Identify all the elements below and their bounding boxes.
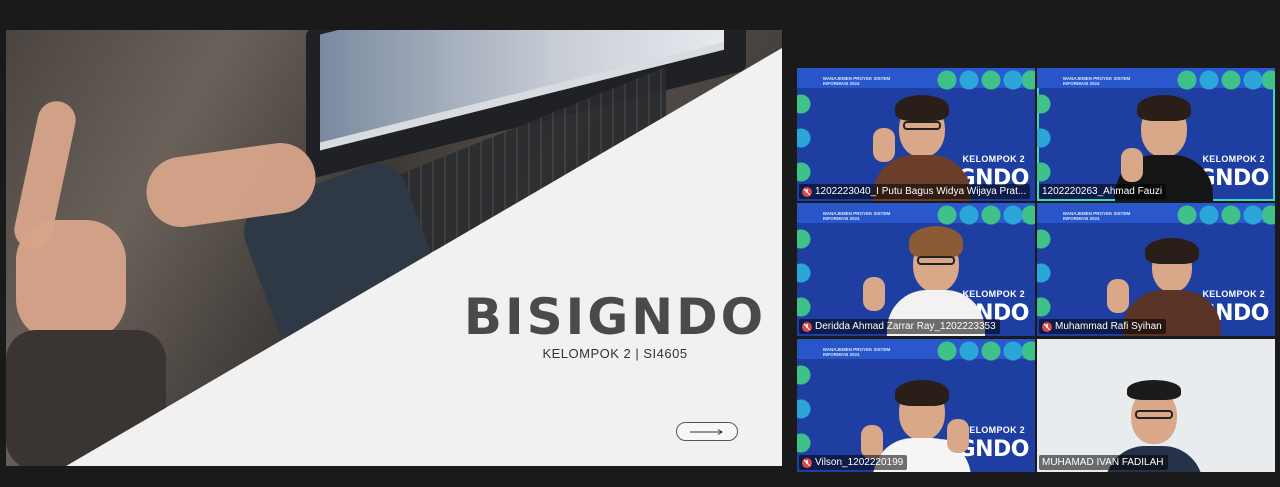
participant-name-bar: MUHAMAD IVAN FADILAH [1039, 455, 1168, 470]
participant-name-bar: Deridda Ahmad Zarrar Ray_1202223353 [799, 319, 1000, 334]
thumbs-up-gesture [863, 277, 885, 311]
virtual-bg-header: MANAJEMEN PROYEK SISTEM INFORMASI 2024 [1063, 211, 1131, 221]
slide-background-photo [6, 30, 782, 466]
participant-tile[interactable]: MANAJEMEN PROYEK SISTEM INFORMASI 2024 K… [797, 339, 1035, 472]
thumbs-up-gesture [1107, 279, 1129, 313]
thumbs-up-gesture [1121, 148, 1143, 182]
participant-name: MUHAMAD IVAN FADILAH [1042, 457, 1164, 468]
slide-subtitle: KELOMPOK 2 | SI4605 [542, 346, 688, 361]
shared-screen: BISIGNDO KELOMPOK 2 | SI4605 [6, 30, 782, 466]
participant-name: Muhammad Rafi Syihan [1055, 321, 1162, 332]
mic-muted-icon [802, 457, 812, 468]
mic-muted-icon [802, 321, 812, 332]
participant-tile[interactable]: MANAJEMEN PROYEK SISTEM INFORMASI 2024 K… [1037, 203, 1275, 336]
slide-title: BISIGNDO [463, 288, 767, 346]
participant-name: 1202220263_Ahmad Fauzi [1042, 186, 1163, 197]
virtual-bg-header: MANAJEMEN PROYEK SISTEM INFORMASI 2024 [1063, 76, 1131, 86]
participant-name: Deridda Ahmad Zarrar Ray_1202223353 [815, 321, 996, 332]
next-slide-button[interactable] [676, 422, 738, 441]
virtual-bg-header: MANAJEMEN PROYEK SISTEM INFORMASI 2024 [823, 347, 891, 357]
virtual-bg-header: MANAJEMEN PROYEK SISTEM INFORMASI 2024 [823, 76, 891, 86]
participant-name: Vilson_1202220199 [815, 457, 904, 468]
mic-muted-icon [1042, 321, 1052, 332]
thumbs-up-gesture [873, 128, 895, 162]
virtual-bg-header: MANAJEMEN PROYEK SISTEM INFORMASI 2024 [823, 211, 891, 221]
participant-tile[interactable]: MUHAMAD IVAN FADILAH [1037, 339, 1275, 472]
participant-name-bar: 1202220263_Ahmad Fauzi [1039, 184, 1167, 199]
participant-name: 1202223040_I Putu Bagus Widya Wijaya Pra… [815, 186, 1027, 197]
mic-muted-icon [802, 186, 812, 197]
participant-name-bar: 1202223040_I Putu Bagus Widya Wijaya Pra… [799, 184, 1031, 199]
participant-name-bar: Muhammad Rafi Syihan [1039, 319, 1166, 334]
participant-tile[interactable]: MANAJEMEN PROYEK SISTEM INFORMASI 2024 K… [1037, 68, 1275, 201]
thumbs-up-gesture [947, 419, 969, 453]
long-arrow-right-icon [690, 428, 723, 435]
participant-tile[interactable]: MANAJEMEN PROYEK SISTEM INFORMASI 2024 K… [797, 203, 1035, 336]
participant-name-bar: Vilson_1202220199 [799, 455, 908, 470]
thumbs-up-gesture [861, 425, 883, 459]
participant-tile[interactable]: MANAJEMEN PROYEK SISTEM INFORMASI 2024 K… [797, 68, 1035, 201]
